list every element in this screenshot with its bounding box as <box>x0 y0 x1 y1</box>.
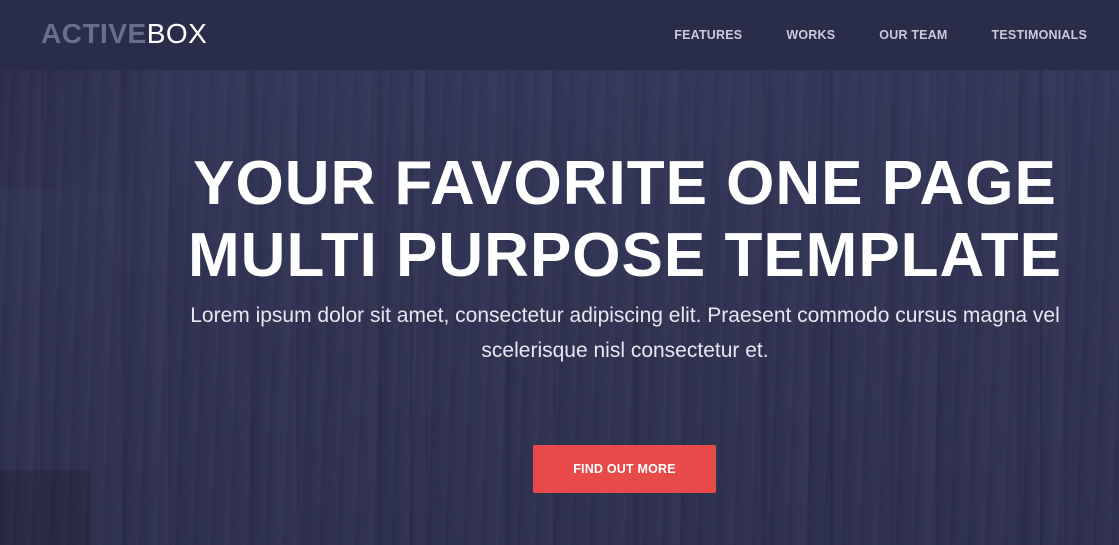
nav-item-testimonials[interactable]: TESTIMONIALS <box>992 28 1087 42</box>
hero-title-line: MULTI PURPOSE TEMPLATE <box>188 221 1062 290</box>
hero-title: YOUR FAVORITE ONE PAGE MULTI PURPOSE TEM… <box>160 148 1090 292</box>
background-shadow <box>0 470 90 545</box>
navbar: ACTIVEBOX FEATURES WORKS OUR TEAM TESTIM… <box>0 0 1119 70</box>
background-shadow <box>0 70 160 190</box>
hero-title-line: YOUR FAVORITE ONE PAGE <box>193 149 1057 218</box>
logo-light-text: BOX <box>146 18 208 49</box>
nav-item-features[interactable]: FEATURES <box>674 28 742 42</box>
hero-subtitle: Lorem ipsum dolor sit amet, consectetur … <box>190 304 1060 362</box>
main-nav: FEATURES WORKS OUR TEAM TESTIMONIALS <box>630 0 1087 70</box>
find-out-more-button[interactable]: FIND OUT MORE <box>533 445 716 493</box>
brand-logo[interactable]: ACTIVEBOX <box>41 17 207 51</box>
logo-strong-text: ACTIVE <box>41 18 147 49</box>
nav-item-works[interactable]: WORKS <box>786 28 835 42</box>
page: ACTIVEBOX FEATURES WORKS OUR TEAM TESTIM… <box>0 0 1119 545</box>
nav-item-our-team[interactable]: OUR TEAM <box>879 28 947 42</box>
